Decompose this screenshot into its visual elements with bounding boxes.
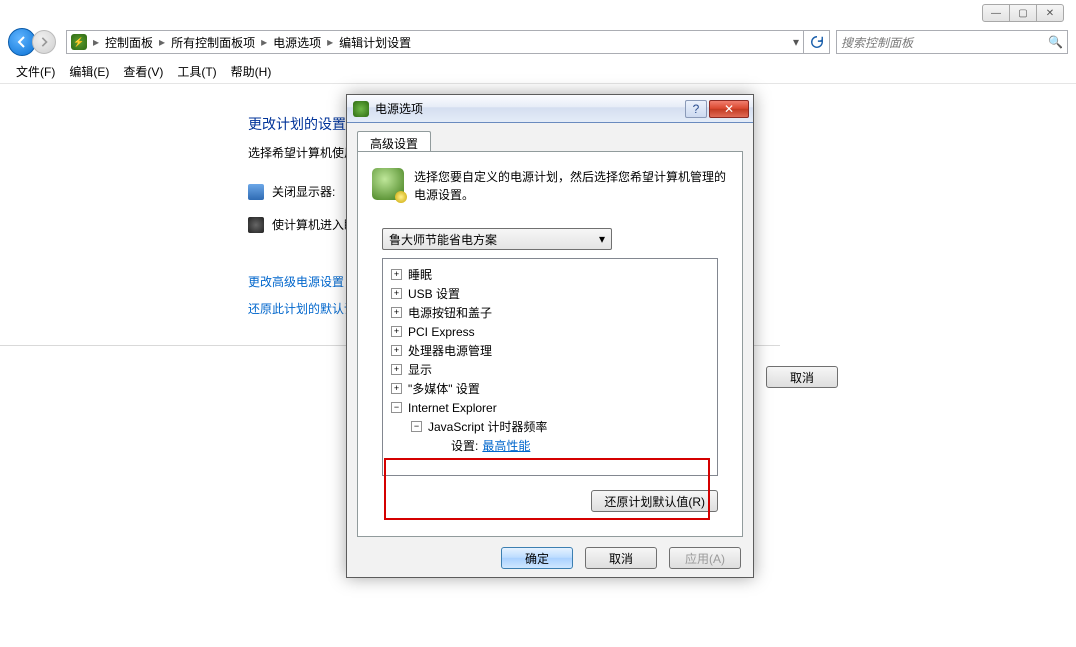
menu-tools[interactable]: 工具(T) — [177, 63, 216, 80]
expand-icon[interactable]: + — [391, 345, 402, 356]
tree-row[interactable]: −JavaScript 计时器频率 — [387, 417, 713, 436]
tree-row[interactable]: −Internet Explorer — [387, 398, 713, 417]
search-placeholder: 搜索控制面板 — [841, 34, 913, 51]
tree-label: "多媒体" 设置 — [408, 380, 480, 397]
expand-icon[interactable]: + — [391, 288, 402, 299]
menu-view[interactable]: 查看(V) — [123, 63, 163, 80]
tree-row[interactable]: + 睡眠 — [387, 265, 713, 284]
breadcrumb-item[interactable]: 所有控制面板项 — [171, 34, 255, 51]
tree-row[interactable]: + 电源按钮和盖子 — [387, 303, 713, 322]
ok-button[interactable]: 确定 — [501, 547, 573, 569]
expand-icon[interactable]: + — [391, 383, 402, 394]
collapse-icon[interactable]: − — [411, 421, 422, 432]
search-icon: 🔍 — [1048, 35, 1063, 49]
dialog-intro: 选择您要自定义的电源计划，然后选择您希望计算机管理的电源设置。 — [358, 152, 742, 214]
tree-row[interactable]: + USB 设置 — [387, 284, 713, 303]
tree-row[interactable]: + "多媒体" 设置 — [387, 379, 713, 398]
chevron-down-icon: ▾ — [599, 232, 605, 246]
window-control-group: — ▢ ✕ — [983, 4, 1064, 22]
apply-button[interactable]: 应用(A) — [669, 547, 741, 569]
breadcrumb-item[interactable]: 电源选项 — [273, 34, 321, 51]
search-input[interactable]: 搜索控制面板 🔍 — [836, 30, 1068, 54]
setting-value-link[interactable]: 最高性能 — [482, 437, 530, 454]
monitor-icon — [248, 184, 264, 200]
tree-label: USB 设置 — [408, 285, 460, 302]
tree-row[interactable]: + 处理器电源管理 — [387, 341, 713, 360]
close-button[interactable]: ✕ — [1036, 4, 1064, 22]
menu-file[interactable]: 文件(F) — [16, 63, 55, 80]
breadcrumb-sep: ▸ — [261, 35, 267, 49]
restore-plan-defaults-button[interactable]: 还原计划默认值(R) — [591, 490, 718, 512]
address-bar-row: ⚡ ▸ 控制面板 ▸ 所有控制面板项 ▸ 电源选项 ▸ 编辑计划设置 ▾ 搜索控… — [8, 28, 1068, 56]
breadcrumb-sep: ▸ — [93, 35, 99, 49]
expand-icon[interactable]: + — [391, 307, 402, 318]
expand-icon[interactable]: + — [391, 364, 402, 375]
power-plan-selected-label: 鲁大师节能省电方案 — [389, 231, 497, 248]
expand-icon[interactable]: + — [391, 326, 402, 337]
tree-label: 睡眠 — [408, 266, 432, 283]
address-bar[interactable]: ⚡ ▸ 控制面板 ▸ 所有控制面板项 ▸ 电源选项 ▸ 编辑计划设置 ▾ — [66, 30, 804, 54]
breadcrumb-item[interactable]: 编辑计划设置 — [339, 34, 411, 51]
tree-row[interactable]: 设置:最高性能 — [387, 436, 713, 455]
dialog-title-text: 电源选项 — [375, 100, 685, 117]
expand-icon[interactable]: + — [391, 269, 402, 280]
setting-key: 设置: — [451, 437, 478, 454]
dialog-intro-text: 选择您要自定义的电源计划，然后选择您希望计算机管理的电源设置。 — [414, 168, 728, 204]
cancel-button[interactable]: 取消 — [766, 366, 838, 388]
control-panel-icon: ⚡ — [71, 34, 87, 50]
tree-label: 处理器电源管理 — [408, 342, 492, 359]
tree-label: 显示 — [408, 361, 432, 378]
breadcrumb-sep: ▸ — [327, 35, 333, 49]
dialog-help-button[interactable]: ? — [685, 100, 707, 118]
tree-row[interactable]: + 显示 — [387, 360, 713, 379]
row-turn-off-display-label: 关闭显示器: — [272, 183, 335, 200]
cancel-button[interactable]: 取消 — [585, 547, 657, 569]
tree-label: 电源按钮和盖子 — [408, 304, 492, 321]
address-dropdown-icon[interactable]: ▾ — [793, 35, 799, 49]
minimize-button[interactable]: — — [982, 4, 1010, 22]
power-plan-icon — [372, 168, 404, 200]
dialog-button-row: 确定 取消 应用(A) — [495, 547, 741, 569]
tree-label: PCI Express — [408, 325, 475, 339]
dialog-close-button[interactable]: ✕ — [709, 100, 749, 118]
power-options-dialog: 电源选项 ? ✕ 高级设置 选择您要自定义的电源计划，然后选择您希望计算机管理的… — [346, 94, 754, 578]
power-plan-select[interactable]: 鲁大师节能省电方案 ▾ — [382, 228, 612, 250]
refresh-button[interactable] — [804, 30, 830, 54]
menu-bar: 文件(F) 编辑(E) 查看(V) 工具(T) 帮助(H) — [0, 60, 1076, 84]
breadcrumb-sep: ▸ — [159, 35, 165, 49]
tree-label: JavaScript 计时器频率 — [428, 418, 547, 435]
menu-edit[interactable]: 编辑(E) — [69, 63, 109, 80]
collapse-icon[interactable]: − — [391, 402, 402, 413]
tree-label: Internet Explorer — [408, 401, 497, 415]
dialog-titlebar: 电源选项 ? ✕ — [347, 95, 753, 123]
dialog-tab-panel: 选择您要自定义的电源计划，然后选择您希望计算机管理的电源设置。 鲁大师节能省电方… — [357, 151, 743, 537]
breadcrumb-item[interactable]: 控制面板 — [105, 34, 153, 51]
dialog-tabstrip: 高级设置 — [357, 130, 743, 152]
menu-help[interactable]: 帮助(H) — [231, 63, 272, 80]
tree-row[interactable]: + PCI Express — [387, 322, 713, 341]
power-options-icon — [353, 101, 369, 117]
power-icon — [248, 217, 264, 233]
forward-button[interactable] — [32, 30, 56, 54]
nav-back-forward — [8, 28, 66, 56]
settings-tree[interactable]: + 睡眠 + USB 设置 + 电源按钮和盖子 + PCI Express + 处理器电源管理 + 显… — [382, 258, 718, 476]
maximize-button[interactable]: ▢ — [1009, 4, 1037, 22]
page-button-row: 取消 — [760, 366, 838, 388]
